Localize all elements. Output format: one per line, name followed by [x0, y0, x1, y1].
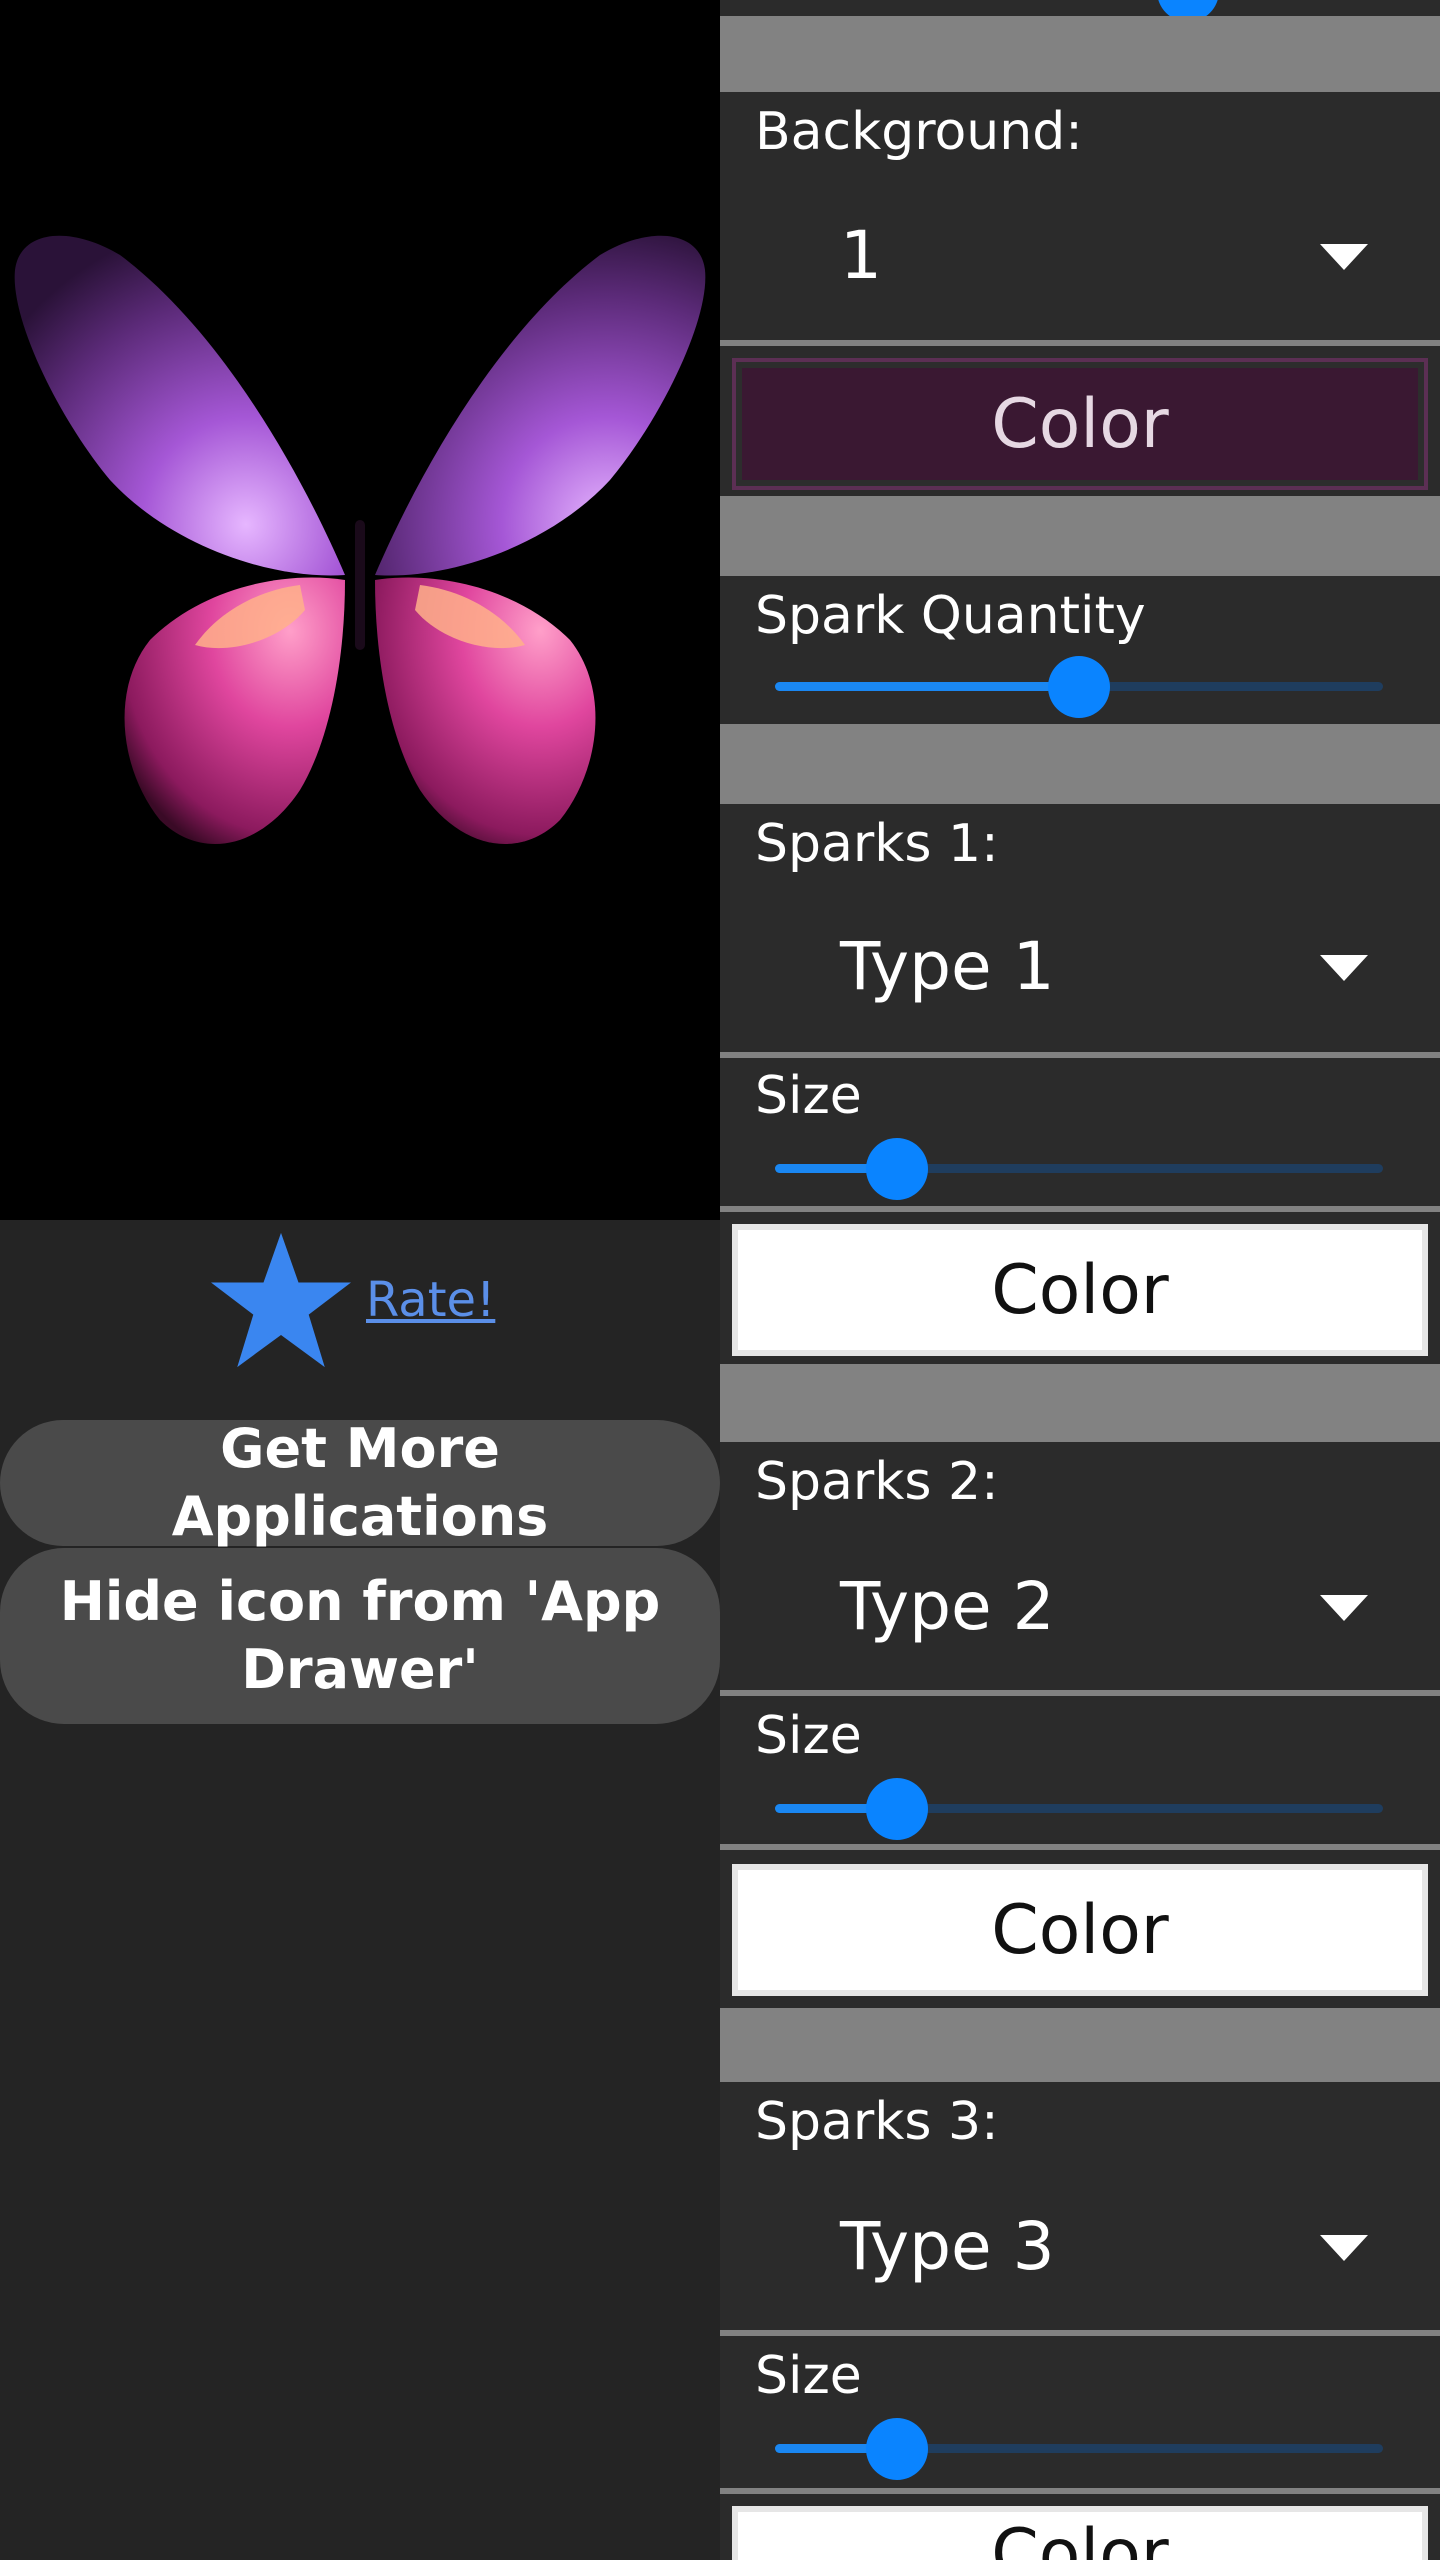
sparks-3-color-label: Color [991, 2514, 1169, 2560]
dropdown-caret-icon [1320, 244, 1368, 270]
get-more-applications-button[interactable]: Get More Applications [0, 1417, 720, 1548]
spark-quantity-fill [775, 682, 1079, 691]
sparks-2-dropdown[interactable]: Type 2 [720, 1545, 1440, 1665]
divider [720, 2008, 1440, 2082]
sparks-2-size-thumb[interactable] [865, 1778, 928, 1840]
divider [720, 1364, 1440, 1442]
butterfly-wallpaper-preview [14, 235, 706, 844]
background-dropdown[interactable]: 1 [720, 196, 1440, 316]
sparks-2-type: Type 2 [840, 1568, 1055, 1645]
wallpaper-preview [0, 0, 720, 1220]
divider [720, 724, 1440, 804]
star-icon[interactable] [208, 1230, 354, 1370]
sparks-3-size-label: Size [755, 2346, 862, 2406]
background-color-button[interactable]: Color [732, 358, 1428, 490]
sparks-1-dropdown[interactable]: Type 1 [720, 905, 1440, 1025]
spark-quantity-thumb[interactable] [1048, 656, 1110, 718]
sparks-1-size-label: Size [755, 1066, 862, 1126]
panel-block: Color [720, 2494, 1440, 2560]
rate-link[interactable]: Rate! [366, 1272, 495, 1328]
divider [720, 16, 1440, 92]
divider [720, 496, 1440, 576]
sparks-3-label: Sparks 3: [755, 2092, 999, 2152]
dropdown-caret-icon [1320, 955, 1368, 981]
dropdown-caret-icon [1320, 2235, 1368, 2261]
sparks-1-type: Type 1 [840, 928, 1055, 1005]
sparks-1-size-thumb[interactable] [865, 1138, 928, 1200]
hide-icon-button[interactable]: Hide icon from 'App Drawer' [0, 1548, 720, 1724]
sparks-3-dropdown[interactable]: Type 3 [720, 2185, 1440, 2305]
rate-row[interactable]: Rate! [208, 1230, 495, 1370]
sparks-3-type: Type 3 [840, 2208, 1055, 2285]
panel-block [720, 0, 1440, 16]
spark-quantity-label: Spark Quantity [755, 586, 1146, 646]
sparks-1-color-button[interactable]: Color [732, 1224, 1428, 1356]
sparks-2-label: Sparks 2: [755, 1452, 999, 1512]
sparks-2-size-label: Size [755, 1706, 862, 1766]
dropdown-caret-icon [1320, 1595, 1368, 1621]
settings-panel: Background: 1 Color Spark Quantity Spark… [720, 0, 1440, 2560]
sparks-3-color-button[interactable]: Color [732, 2506, 1428, 2560]
background-label: Background: [755, 102, 1083, 162]
sparks-2-color-button[interactable]: Color [732, 1864, 1428, 1996]
background-value: 1 [840, 217, 882, 294]
sparks-3-size-thumb[interactable] [865, 2418, 928, 2480]
sparks-1-label: Sparks 1: [755, 814, 999, 874]
